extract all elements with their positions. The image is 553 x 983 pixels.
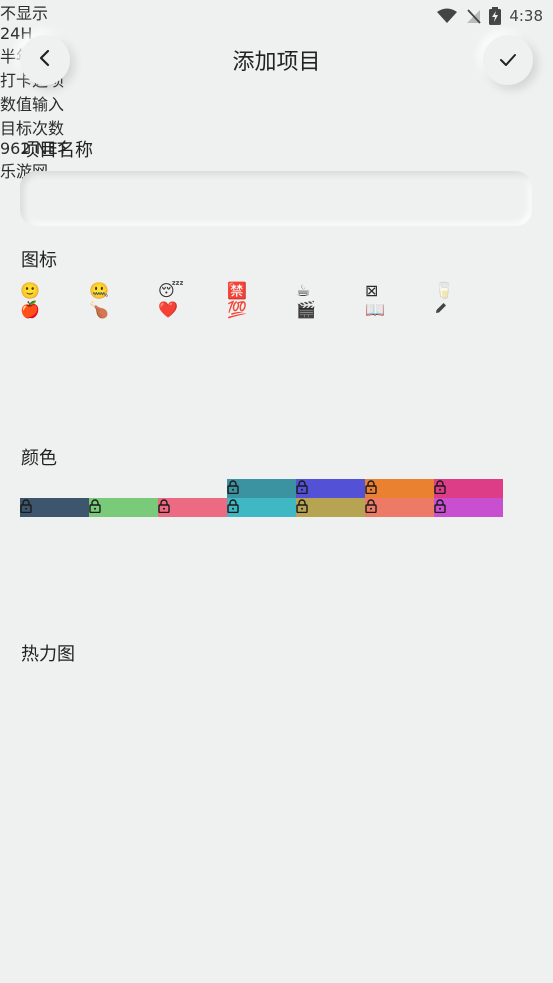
icon-label: 图标 [21, 250, 57, 271]
icon-option[interactable]: 🥛 [434, 281, 503, 300]
color-option[interactable] [365, 498, 434, 517]
emoji-icon: ☕ [296, 281, 311, 300]
color-swatch [20, 498, 89, 517]
color-dot [20, 498, 89, 517]
heatmap-label: 热力图 [21, 644, 75, 665]
lock-icon [227, 498, 239, 517]
color-dot [89, 498, 158, 517]
status-time: 4:38 [509, 7, 543, 25]
color-swatch [296, 479, 365, 498]
lock-icon [20, 498, 32, 517]
color-dot [365, 498, 434, 517]
color-swatch [227, 498, 296, 517]
emoji-icon: 🙂 [20, 281, 40, 300]
icon-option[interactable]: 💯 [227, 300, 296, 319]
emoji-icon: 🍎 [20, 300, 40, 319]
color-label: 颜色 [21, 448, 57, 469]
project-name-input[interactable] [20, 171, 532, 226]
emoji-icon: 🍗 [89, 300, 109, 319]
name-label: 项目名称 [21, 140, 93, 161]
check-icon [499, 48, 517, 72]
color-swatch [365, 498, 434, 517]
custom-icon-cell [434, 300, 503, 319]
color-dot [227, 498, 296, 517]
emoji-icon: 🤐 [89, 281, 109, 300]
lock-icon [158, 498, 170, 517]
icon-option[interactable]: ❤️ [158, 300, 227, 319]
value-input-label: 数值输入 [0, 95, 65, 114]
color-option[interactable] [296, 479, 365, 498]
lock-icon [365, 498, 377, 517]
icon-option[interactable]: 🈲 [227, 281, 296, 300]
color-swatch [434, 498, 503, 517]
status-bar: 4:38 [0, 0, 553, 32]
icon-option[interactable]: 😴 [158, 281, 227, 300]
color-swatch [227, 479, 296, 498]
icon-option[interactable]: ⊠ [365, 281, 434, 300]
emoji-icon: 🈲 [227, 281, 247, 300]
emoji-icon: ⊠ [365, 281, 379, 300]
color-dot [365, 479, 434, 498]
color-swatch [296, 498, 365, 517]
color-dot [434, 479, 503, 498]
confirm-button[interactable] [483, 35, 533, 85]
wifi-icon [437, 8, 458, 24]
color-option[interactable] [158, 479, 227, 498]
icon-option[interactable]: 📖 [365, 300, 434, 319]
page-title: 添加项目 [232, 50, 321, 75]
color-swatch [365, 479, 434, 498]
lock-icon [296, 498, 308, 517]
lock-icon [434, 479, 446, 498]
icon-option[interactable]: 🤐 [89, 281, 158, 300]
color-dot [227, 479, 296, 498]
icon-option[interactable]: 🍗 [89, 300, 158, 319]
color-option[interactable] [89, 498, 158, 517]
lock-icon [365, 479, 377, 498]
color-option[interactable] [158, 498, 227, 517]
no-signal-icon [465, 8, 481, 24]
color-option[interactable] [434, 498, 503, 517]
color-swatch [89, 498, 158, 517]
icon-option[interactable]: ☕ [296, 281, 365, 300]
color-option[interactable] [227, 498, 296, 517]
emoji-icon: ❤️ [158, 300, 178, 319]
color-dot [158, 498, 227, 517]
icon-option[interactable]: 🍎 [20, 300, 89, 319]
color-dot [296, 498, 365, 517]
color-option[interactable] [296, 498, 365, 517]
pencil-icon [434, 300, 448, 319]
color-dot [296, 479, 365, 498]
color-swatch [434, 479, 503, 498]
edit-icon-button[interactable] [434, 300, 503, 319]
icon-option[interactable]: 🙂 [20, 281, 89, 300]
emoji-icon: 🥛 [434, 281, 454, 300]
lock-icon [227, 479, 239, 498]
lock-icon [89, 498, 101, 517]
lock-icon [434, 498, 446, 517]
color-option[interactable] [227, 479, 296, 498]
emoji-icon: 😴 [158, 281, 184, 300]
color-swatch [158, 498, 227, 517]
value-input-row: 数值输入 [0, 91, 553, 115]
color-option[interactable] [434, 479, 503, 498]
color-option[interactable] [89, 479, 158, 498]
battery-icon [489, 7, 502, 25]
emoji-icon: 📖 [365, 300, 385, 319]
emoji-icon: 💯 [227, 300, 247, 319]
color-dot [434, 498, 503, 517]
icon-grid: 🙂 🤐 😴 🈲 ☕ ⊠ 🥛 🍎 🍗 ❤️ 💯 🎬 📖 [20, 281, 532, 319]
emoji-icon: 🎬 [296, 300, 316, 319]
color-option[interactable] [20, 479, 89, 498]
lock-icon [296, 479, 308, 498]
icon-option[interactable]: 🎬 [296, 300, 365, 319]
color-grid [20, 479, 532, 517]
color-option[interactable] [365, 479, 434, 498]
color-option[interactable] [20, 498, 89, 517]
